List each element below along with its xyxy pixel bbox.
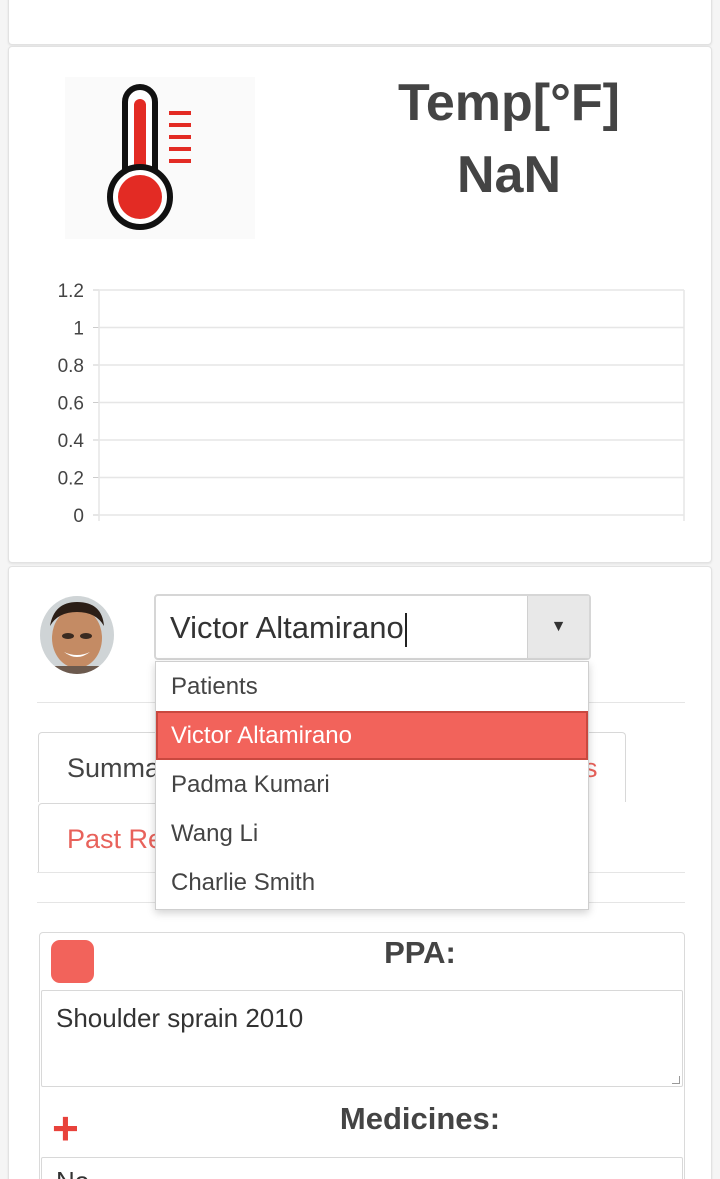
chart-y-tick-label: 1 xyxy=(73,319,84,340)
resize-handle-icon[interactable] xyxy=(672,1076,680,1084)
tab-past-records-label: Past Re xyxy=(67,824,164,854)
patient-card: Victor Altamirano ▼ Summa s Past Re Pati… xyxy=(8,566,712,1179)
chart-y-tick-label: 0.8 xyxy=(58,356,84,377)
patient-dropdown-list: Patients Victor Altamirano Padma Kumari … xyxy=(155,661,589,910)
dropdown-option-selected[interactable]: Victor Altamirano xyxy=(156,711,588,760)
dropdown-option[interactable]: Patients xyxy=(156,662,588,711)
text-caret xyxy=(404,612,407,647)
chart-y-tick-label: 1.2 xyxy=(58,281,84,302)
temperature-card: Temp[°F] NaN 0 0.2 0.4 0.6 0.8 1 1.2 xyxy=(8,46,712,563)
ppa-label: PPA: xyxy=(384,935,456,970)
patient-select-text: Victor Altamirano xyxy=(170,610,404,645)
medicines-text: No xyxy=(56,1166,89,1179)
chart-y-tick-label: 0.6 xyxy=(58,394,84,415)
top-card xyxy=(8,0,712,45)
medicines-label: Medicines: xyxy=(339,1101,501,1136)
chart-y-tick-label: 0 xyxy=(73,506,84,522)
records-section: PPA: Shoulder sprain 2010 + Medicines: N… xyxy=(39,932,685,1179)
dropdown-option[interactable]: Charlie Smith xyxy=(156,858,588,907)
medicines-textarea[interactable]: No xyxy=(41,1157,683,1179)
chart-y-tick-label: 0.4 xyxy=(58,431,85,452)
add-medicine-plus-icon[interactable]: + xyxy=(52,1105,79,1151)
patient-select[interactable]: Victor Altamirano ▼ xyxy=(154,594,591,660)
status-square-icon[interactable] xyxy=(51,940,94,983)
temperature-chart: 0 0.2 0.4 0.6 0.8 1 1.2 xyxy=(58,281,685,522)
dropdown-option[interactable]: Padma Kumari xyxy=(156,760,588,809)
chart-y-tick-label: 0.2 xyxy=(58,469,84,490)
dropdown-option[interactable]: Wang Li xyxy=(156,809,588,858)
tab-summary-label: Summa xyxy=(67,753,161,783)
temperature-value: NaN xyxy=(456,146,562,204)
temperature-title: Temp[°F] xyxy=(397,74,620,132)
ppa-textarea[interactable]: Shoulder sprain 2010 xyxy=(41,990,683,1087)
thermometer-icon xyxy=(65,77,255,239)
ppa-text: Shoulder sprain 2010 xyxy=(56,1003,304,1033)
patient-select-value[interactable]: Victor Altamirano xyxy=(170,610,407,647)
chevron-down-icon[interactable]: ▼ xyxy=(527,596,589,658)
avatar[interactable] xyxy=(40,596,114,674)
